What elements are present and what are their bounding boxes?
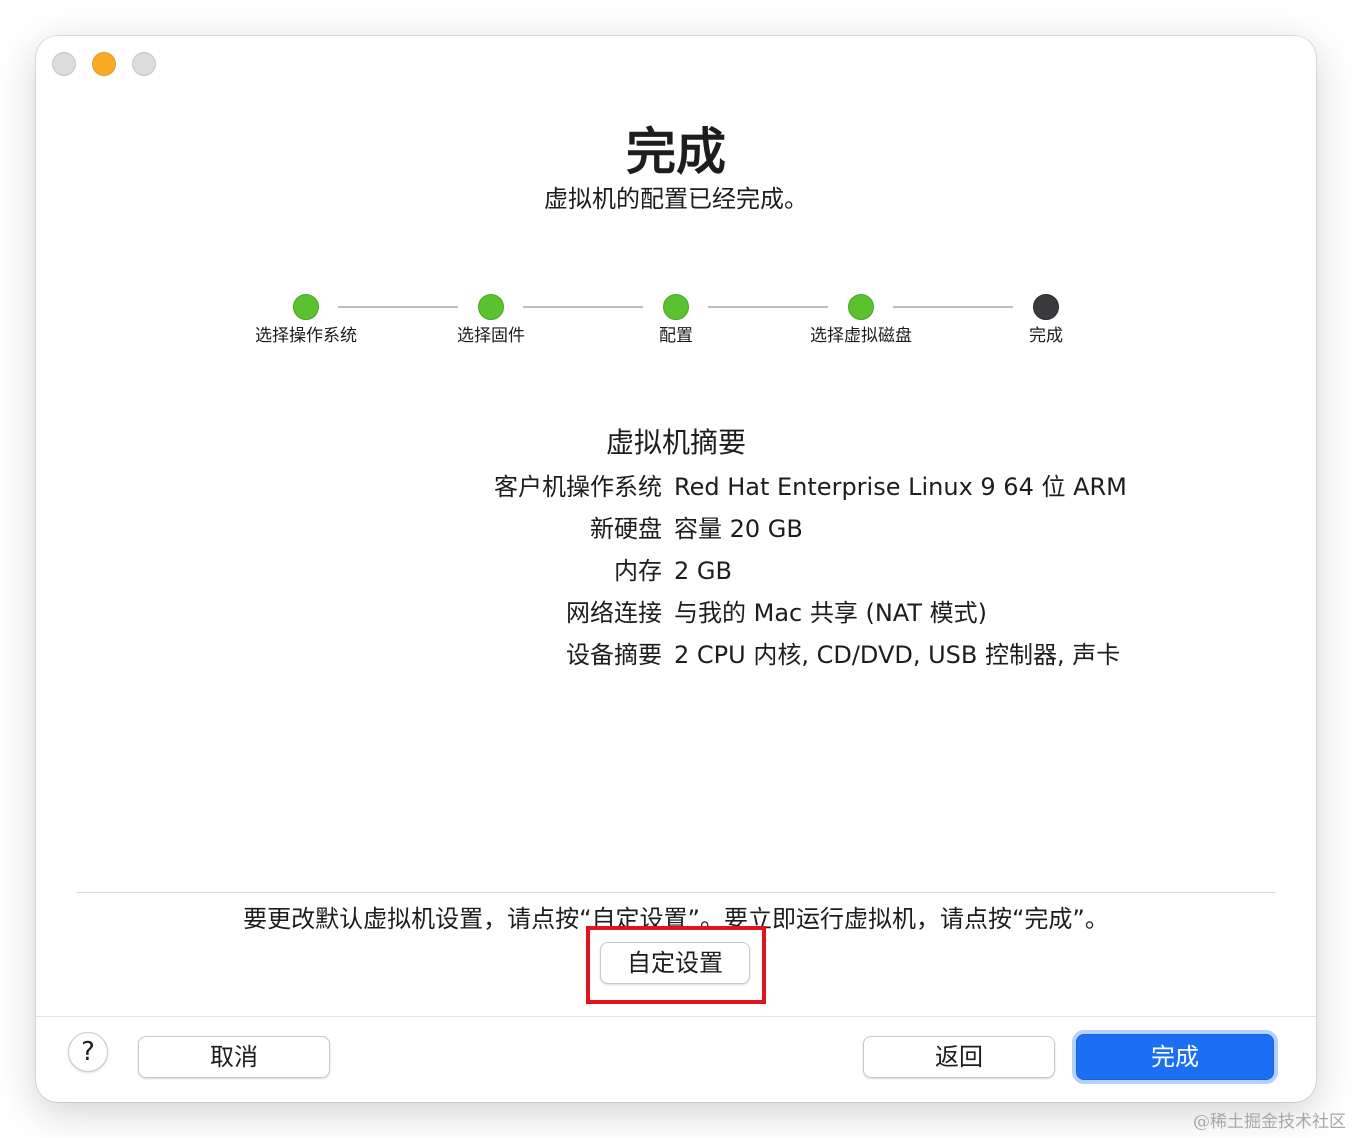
step-label-disk: 选择虚拟磁盘 — [810, 326, 912, 346]
watermark: @稀土掘金技术社区 — [1193, 1112, 1346, 1132]
summary-value: 与我的 Mac 共享 (NAT 模式) — [674, 599, 988, 627]
summary-label: 内存 — [614, 557, 662, 585]
content-divider — [76, 892, 1276, 893]
footer-divider — [36, 1016, 1316, 1017]
summary-row-devices: 设备摘要 2 CPU 内核, CD/DVD, USB 控制器, 声卡 — [36, 634, 1316, 676]
summary-row-guest-os: 客户机操作系统 Red Hat Enterprise Linux 9 64 位 … — [36, 466, 1316, 508]
new-vm-assistant-window: 完成 虚拟机的配置已经完成。 选择操作系统 选择固件 配置 选择虚拟磁盘 完成 … — [36, 36, 1316, 1102]
step-indicator-config — [663, 294, 689, 320]
step-label-firmware: 选择固件 — [457, 326, 525, 346]
summary-label: 网络连接 — [566, 599, 662, 627]
step-connector — [893, 306, 1013, 308]
summary-label: 客户机操作系统 — [494, 473, 662, 501]
back-button[interactable]: 返回 — [863, 1036, 1055, 1078]
summary-value: Red Hat Enterprise Linux 9 64 位 ARM — [674, 473, 1127, 501]
step-label-os: 选择操作系统 — [255, 326, 357, 346]
step-indicator-finish — [1033, 294, 1059, 320]
finish-button[interactable]: 完成 — [1076, 1034, 1274, 1080]
step-indicator-firmware — [478, 294, 504, 320]
step-connector — [708, 306, 828, 308]
step-label-finish: 完成 — [1029, 326, 1063, 346]
summary-value: 容量 20 GB — [674, 515, 803, 543]
summary-row-network: 网络连接 与我的 Mac 共享 (NAT 模式) — [36, 592, 1316, 634]
step-connector — [523, 306, 643, 308]
summary-row-disk: 新硬盘 容量 20 GB — [36, 508, 1316, 550]
summary-value: 2 GB — [674, 557, 732, 585]
step-indicator-os — [293, 294, 319, 320]
annotation-highlight-box — [586, 926, 766, 1004]
setup-stepper: 选择操作系统 选择固件 配置 选择虚拟磁盘 完成 — [36, 36, 1316, 356]
summary-label: 设备摘要 — [566, 641, 662, 669]
help-button[interactable]: ? — [68, 1032, 108, 1072]
step-connector — [338, 306, 458, 308]
step-label-config: 配置 — [659, 326, 693, 346]
cancel-button[interactable]: 取消 — [138, 1036, 330, 1078]
summary-row-memory: 内存 2 GB — [36, 550, 1316, 592]
summary-value: 2 CPU 内核, CD/DVD, USB 控制器, 声卡 — [674, 641, 1121, 669]
step-indicator-disk — [848, 294, 874, 320]
summary-title: 虚拟机摘要 — [605, 426, 746, 459]
summary-label: 新硬盘 — [590, 515, 662, 543]
